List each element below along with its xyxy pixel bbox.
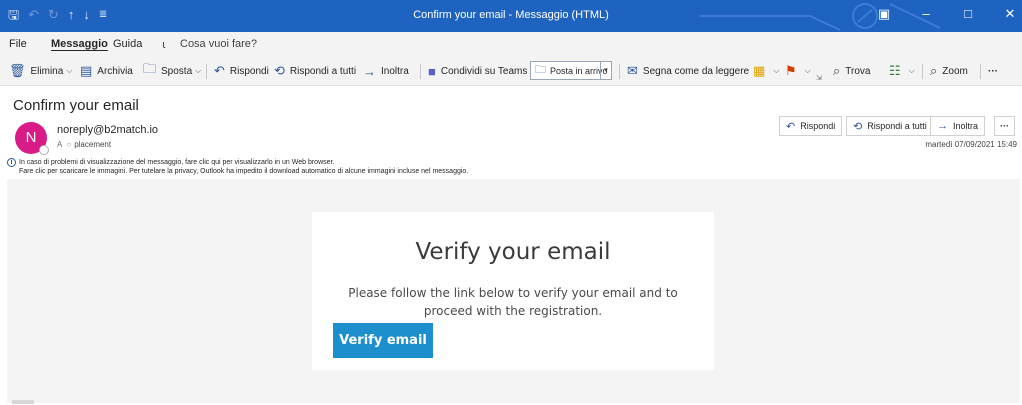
- reply-all-icon: ⟲: [853, 120, 863, 133]
- mark-unread-button[interactable]: ✉ Segna come da leggere: [627, 63, 749, 79]
- delete-button[interactable]: 🗑 Elimina ⌵: [9, 63, 72, 79]
- folder-dropdown[interactable]: 🗀 Posta in arrivo ▾: [530, 61, 612, 80]
- reply-icon: ↶: [786, 120, 796, 133]
- email-card: Verify your email Please follow the link…: [312, 212, 714, 370]
- flag-button[interactable]: ⚑ ⌵: [785, 63, 811, 79]
- ribbon-tabs: File Messaggio Guida ⍳ Cosa vuoi fare?: [0, 32, 1022, 56]
- separator: [420, 64, 421, 79]
- categories-icon: ▦: [753, 63, 766, 78]
- tab-help[interactable]: Guida: [113, 38, 142, 50]
- flag-icon: ⚑: [785, 63, 797, 78]
- search-icon: ⌕: [833, 63, 841, 78]
- verify-email-button[interactable]: Verify email: [333, 323, 433, 358]
- reply-icon: ↶: [214, 63, 225, 78]
- categorize-button[interactable]: ▦ ⌵: [753, 63, 779, 79]
- to-label: A: [57, 140, 63, 149]
- ribbon-display-icon[interactable]: ▣: [876, 6, 892, 22]
- dialog-launcher-icon[interactable]: ⇲: [816, 70, 822, 86]
- zoom-icon: ⌕: [930, 63, 938, 78]
- recipient-row: A ○ placement: [57, 140, 111, 149]
- presence-status-icon: [39, 145, 49, 155]
- envelope-icon: ✉: [627, 63, 638, 78]
- reply-all-icon: ⟲: [274, 63, 285, 78]
- forward-button[interactable]: → Inoltra: [363, 63, 409, 79]
- email-heading: Verify your email: [415, 239, 611, 265]
- move-folder-icon: 🗀: [143, 61, 157, 76]
- info-line-images[interactable]: Fare clic per scaricare le immagini. Per…: [7, 167, 468, 176]
- lightbulb-icon: ⍳: [162, 39, 166, 51]
- reply-all-button[interactable]: ⟲ Rispondi a tutti: [274, 63, 356, 79]
- share-teams-button[interactable]: ■ Condividi su Teams: [428, 63, 527, 79]
- forward-arrow-icon: →: [363, 63, 376, 79]
- ribbon-toolbar: 🗑 Elimina ⌵ ▤ Archivia 🗀 Sposta ⌵ ↶ Rispon…: [0, 56, 1022, 86]
- tab-file[interactable]: File: [9, 38, 27, 50]
- message-date: martedì 07/09/2021 15:49: [925, 140, 1017, 149]
- recipient-name[interactable]: placement: [74, 140, 111, 149]
- tell-me-search[interactable]: Cosa vuoi fare?: [180, 38, 257, 50]
- move-button[interactable]: 🗀 Sposta ⌵: [143, 61, 201, 79]
- folder-icon: 🗀: [535, 64, 546, 76]
- separator: [619, 64, 620, 79]
- info-line-browser[interactable]: In caso di problemi di visualizzazione d…: [19, 159, 334, 166]
- find-button[interactable]: ⌕ Trova: [833, 63, 870, 79]
- presence-circle-icon: ○: [66, 140, 72, 149]
- window-controls: ▣ – □ ✕: [876, 6, 1018, 22]
- info-bar[interactable]: i In caso di problemi di visualizzazione …: [7, 158, 468, 176]
- bottom-indicator: [12, 400, 34, 404]
- message-subject: Confirm your email: [13, 97, 139, 114]
- translate-button[interactable]: ☷ ⌵: [889, 63, 915, 79]
- info-icon: i: [7, 158, 16, 167]
- header-reply-all-button[interactable]: ⟲ Rispondi a tutti: [846, 116, 934, 136]
- trash-icon: 🗑: [9, 63, 26, 78]
- header-reply-button[interactable]: ↶ Rispondi: [779, 116, 843, 136]
- separator: [922, 64, 923, 79]
- zoom-button[interactable]: ⌕ Zoom: [930, 63, 968, 79]
- archive-icon: ▤: [80, 63, 93, 78]
- teams-icon: ■: [428, 63, 436, 79]
- minimize-icon[interactable]: –: [918, 6, 934, 22]
- close-icon[interactable]: ✕: [1002, 6, 1018, 22]
- translate-icon: ☷: [889, 63, 901, 78]
- header-more-button[interactable]: ···: [994, 116, 1015, 136]
- sender-address[interactable]: noreply@b2match.io: [57, 124, 158, 136]
- email-text: Please follow the link below to verify y…: [348, 286, 678, 318]
- tab-message[interactable]: Messaggio: [51, 38, 108, 50]
- header-forward-button[interactable]: → Inoltra: [930, 116, 986, 136]
- separator: [206, 64, 207, 79]
- separator: [980, 64, 981, 79]
- maximize-icon[interactable]: □: [960, 6, 976, 22]
- forward-arrow-icon: →: [937, 120, 948, 132]
- more-options-button[interactable]: ···: [988, 63, 998, 79]
- reply-button[interactable]: ↶ Rispondi: [214, 63, 269, 79]
- chevron-down-icon[interactable]: ▾: [600, 62, 611, 79]
- title-bar: 🖫 ↶ ↻ ↑ ↓ ≣ Confirm your email - Messagg…: [0, 0, 1022, 32]
- window-title: Confirm your email - Messaggio (HTML): [413, 9, 609, 21]
- archive-button[interactable]: ▤ Archivia: [80, 63, 133, 79]
